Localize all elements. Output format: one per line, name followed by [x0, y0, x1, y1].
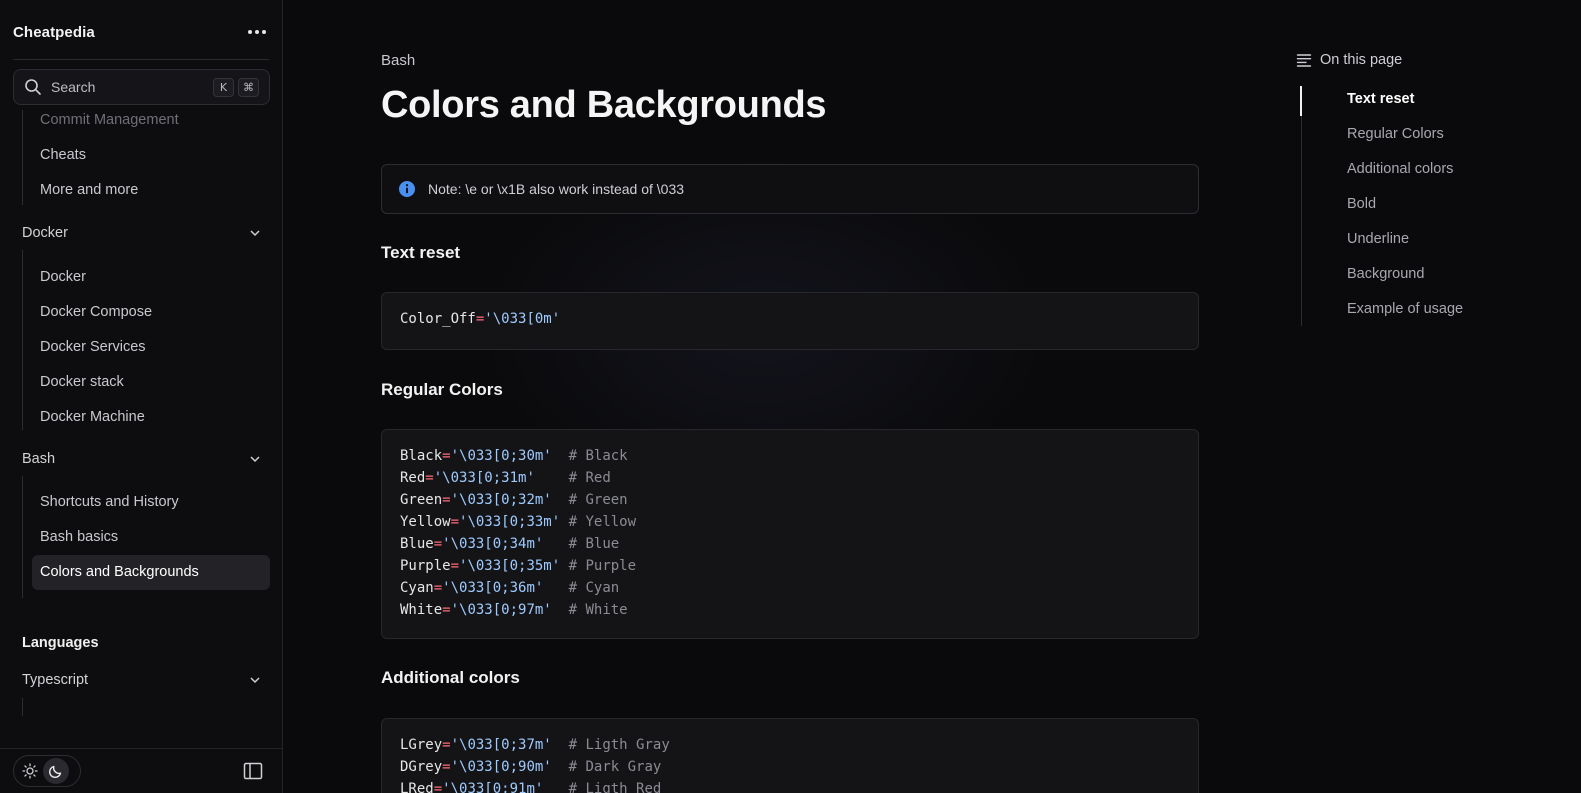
toc-active-indicator: [1300, 86, 1302, 116]
code-line: White='\033[0;97m' # White: [400, 602, 628, 618]
code-line: Color_Off='\033[0m': [400, 311, 561, 327]
list-icon: [1296, 54, 1312, 67]
more-options-icon[interactable]: [245, 22, 269, 42]
light-mode-button[interactable]: [17, 758, 43, 784]
sidebar-group-bash[interactable]: Bash: [22, 451, 262, 467]
sidebar-item-colors-and-backgrounds[interactable]: Colors and Backgrounds: [40, 564, 199, 580]
code-line: Red='\033[0;31m' # Red: [400, 470, 611, 486]
toc-item-bold[interactable]: Bold: [1347, 196, 1376, 212]
code-block-additional-colors: LGrey='\033[0;37m' # Ligth Gray DGrey='\…: [381, 718, 1199, 793]
section-title-languages: Languages: [22, 635, 99, 651]
search-button[interactable]: Search K ⌘: [13, 69, 270, 105]
theme-toggle[interactable]: [13, 755, 81, 787]
nav-guide-line: [22, 476, 23, 598]
heading-additional-colors: Additional colors: [381, 668, 520, 687]
nav-guide-line: [22, 698, 23, 716]
note-text: Note: \e or \x1B also work instead of \0…: [428, 181, 685, 197]
sidebar-item-docker-stack[interactable]: Docker stack: [40, 374, 124, 390]
code-line: Purple='\033[0;35m' # Purple: [400, 558, 637, 574]
code-line: Yellow='\033[0;33m' # Yellow: [400, 514, 637, 530]
sidebar-group-docker[interactable]: Docker: [22, 225, 262, 241]
sidebar-item-commit-management[interactable]: Commit Management: [40, 112, 179, 128]
code-block-text-reset: Color_Off='\033[0m': [381, 292, 1199, 350]
moon-icon: [48, 765, 62, 779]
toc-item-text-reset[interactable]: Text reset: [1347, 91, 1414, 107]
sidebar-item-shortcuts-and-history[interactable]: Shortcuts and History: [40, 494, 179, 510]
sun-icon: [22, 763, 38, 779]
info-icon: [399, 181, 415, 197]
nav-guide-line: [22, 250, 23, 430]
toc-item-example-of-usage[interactable]: Example of usage: [1347, 301, 1463, 317]
toc-item-regular-colors[interactable]: Regular Colors: [1347, 126, 1444, 142]
nav-tree[interactable]: Commit Management Cheats More and more D…: [0, 110, 283, 730]
chevron-down-icon: [250, 230, 260, 237]
sidebar: Cheatpedia Search K ⌘ Commit Management …: [0, 0, 283, 793]
page-title: Colors and Backgrounds: [381, 84, 827, 126]
chevron-down-icon: [250, 677, 260, 684]
breadcrumb[interactable]: Bash: [381, 52, 415, 69]
toc-title: On this page: [1320, 52, 1403, 68]
main-content: Bash Colors and Backgrounds Note: \e or …: [284, 0, 1581, 793]
search-icon: [25, 79, 41, 95]
divider: [13, 59, 269, 60]
code-line: DGrey='\033[0;90m' # Dark Gray: [400, 759, 662, 775]
sidebar-item-bash-basics[interactable]: Bash basics: [40, 529, 118, 545]
search-label: Search: [51, 79, 96, 95]
sidebar-item-docker-services[interactable]: Docker Services: [40, 339, 146, 355]
brand-row: Cheatpedia: [13, 18, 269, 46]
shortcut-key-k: K: [213, 77, 234, 97]
nav-guide-line: [22, 110, 23, 205]
toc-track: [1301, 86, 1302, 326]
sidebar-group-label: Docker: [22, 225, 68, 241]
sidebar-item-more-and-more[interactable]: More and more: [40, 182, 138, 198]
sidebar-group-label: Typescript: [22, 672, 89, 688]
chevron-down-icon: [250, 456, 260, 463]
code-line: LGrey='\033[0;37m' # Ligth Gray: [400, 737, 670, 753]
heading-regular-colors: Regular Colors: [381, 380, 503, 399]
toc-item-underline[interactable]: Underline: [1347, 231, 1409, 247]
sidebar-item-cheats[interactable]: Cheats: [40, 147, 86, 163]
code-line: LRed='\033[0;91m' # Ligth Red: [400, 781, 662, 793]
brand-name[interactable]: Cheatpedia: [13, 24, 95, 41]
heading-text-reset: Text reset: [381, 243, 461, 262]
code-line: Cyan='\033[0;36m' # Cyan: [400, 580, 620, 596]
sidebar-item-docker-compose[interactable]: Docker Compose: [40, 304, 152, 320]
code-line: Green='\033[0;32m' # Green: [400, 492, 628, 508]
sidebar-toggle-button[interactable]: [242, 760, 264, 782]
sidebar-group-typescript[interactable]: Typescript: [22, 672, 262, 688]
code-line: Black='\033[0;30m' # Black: [400, 448, 628, 464]
toc-item-additional-colors[interactable]: Additional colors: [1347, 161, 1453, 177]
sidebar-item-docker-machine[interactable]: Docker Machine: [40, 409, 145, 425]
shortcut-key-cmd: ⌘: [238, 77, 259, 97]
code-line: Blue='\033[0;34m' # Blue: [400, 536, 620, 552]
sidebar-item-docker[interactable]: Docker: [40, 269, 86, 285]
toc-header: On this page: [1296, 52, 1402, 68]
note-callout: Note: \e or \x1B also work instead of \0…: [381, 164, 1199, 214]
toc-item-background[interactable]: Background: [1347, 266, 1424, 282]
sidebar-group-label: Bash: [22, 451, 56, 467]
dark-mode-button[interactable]: [43, 758, 69, 784]
sidebar-panel-icon: [243, 762, 263, 780]
code-block-regular-colors: Black='\033[0;30m' # Black Red='\033[0;3…: [381, 429, 1199, 639]
